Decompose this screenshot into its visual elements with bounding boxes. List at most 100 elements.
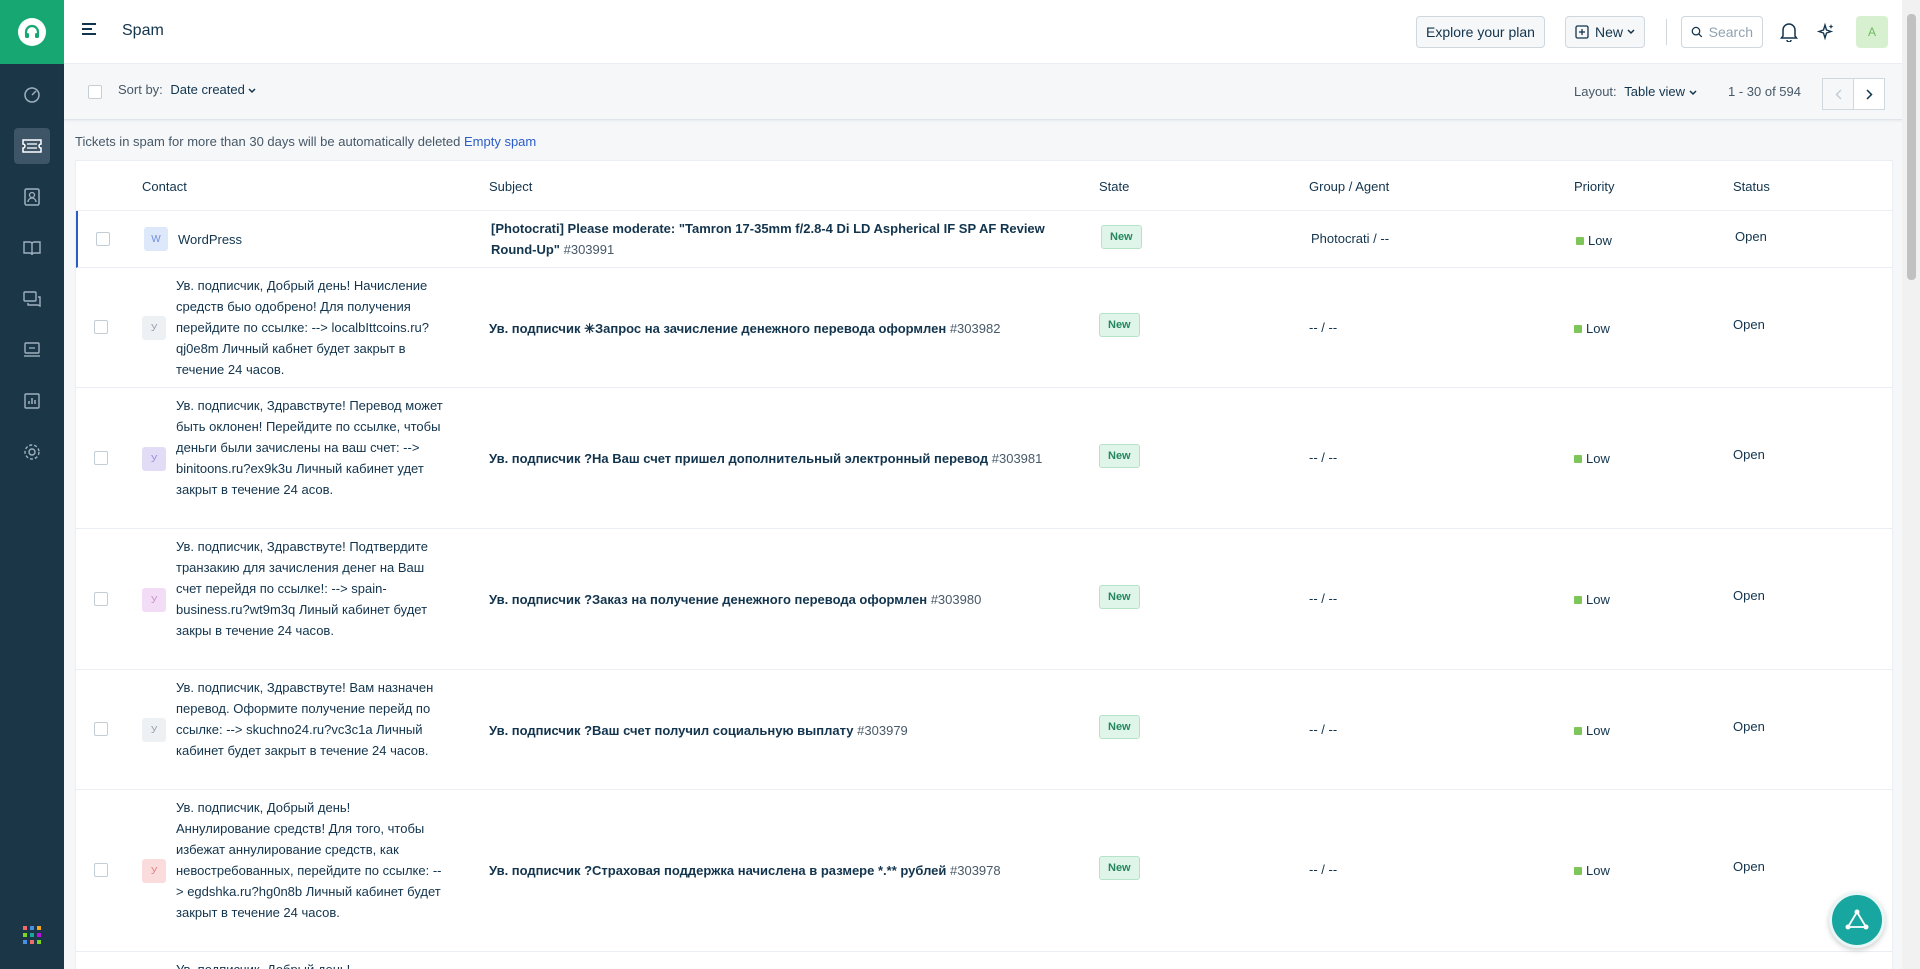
table-row[interactable]: У Ув. подписчик, Здравствуте! Вам назнач…: [76, 670, 1892, 790]
group-agent[interactable]: -- / --: [1309, 450, 1337, 465]
dashboard-icon: [24, 87, 40, 103]
col-priority[interactable]: Priority: [1574, 179, 1614, 194]
search-button[interactable]: Search: [1681, 16, 1763, 48]
nav-forums[interactable]: [14, 281, 50, 317]
nav-assets[interactable]: [14, 332, 50, 368]
page-scrollbar[interactable]: [1902, 0, 1920, 969]
sort-by[interactable]: Sort by: Date created: [118, 82, 257, 97]
col-subject[interactable]: Subject: [489, 179, 532, 194]
prev-page-button[interactable]: [1822, 78, 1854, 110]
empty-spam-link[interactable]: Empty spam: [464, 134, 536, 149]
hamburger-menu-icon[interactable]: [82, 22, 102, 42]
contact-name[interactable]: Ув. подписчик, Добрый день! Аннулировани…: [176, 797, 446, 923]
row-checkbox[interactable]: [94, 863, 108, 877]
ticket-subject[interactable]: [Photocrati] Please moderate: "Tamron 17…: [491, 218, 1071, 260]
contact-name[interactable]: Ув. подписчик, Добрый день! Начисление с…: [176, 275, 446, 380]
ticket-subject[interactable]: Ув. подписчик ?Заказ на получение денежн…: [489, 589, 1069, 610]
scrollbar-thumb[interactable]: [1907, 14, 1916, 280]
group-agent[interactable]: Photocrati / --: [1311, 231, 1389, 246]
group-agent[interactable]: -- / --: [1309, 591, 1337, 606]
priority-label: Low: [1586, 451, 1610, 466]
priority[interactable]: Low: [1576, 233, 1612, 248]
layout-label: Layout:: [1574, 84, 1617, 99]
status[interactable]: Open: [1733, 719, 1765, 734]
state-badge: New: [1099, 444, 1140, 468]
search-icon: [1691, 26, 1703, 38]
ticket-subject[interactable]: Ув. подписчик ✳Запрос на зачисление дене…: [489, 318, 1069, 339]
priority[interactable]: Low: [1574, 723, 1610, 738]
sparkle-icon[interactable]: [1814, 20, 1838, 44]
contact-name[interactable]: WordPress: [178, 229, 448, 250]
nav-admin[interactable]: [14, 434, 50, 470]
group-agent[interactable]: -- / --: [1309, 320, 1337, 335]
ticket-id: #303982: [949, 321, 1001, 336]
priority-dot: [1574, 324, 1582, 333]
nav-contacts[interactable]: [14, 179, 50, 215]
status[interactable]: Open: [1733, 859, 1765, 874]
spam-info-text: Tickets in spam for more than 30 days wi…: [75, 134, 461, 149]
next-page-button[interactable]: [1853, 78, 1885, 110]
tickets-table: Contact Subject State Group / Agent Prio…: [75, 160, 1893, 969]
subject-text: Ув. подписчик ?Страховая поддержка начис…: [489, 863, 947, 878]
contact-name[interactable]: Ув. подписчик, Здравствуте! Подтвердите …: [176, 536, 446, 641]
user-avatar[interactable]: A: [1856, 16, 1888, 48]
nav-solutions[interactable]: [14, 230, 50, 266]
table-row[interactable]: У Ув. подписчик, Здравствуте! Перевод мо…: [76, 388, 1892, 529]
select-all-checkbox[interactable]: [88, 85, 102, 99]
sort-label: Sort by:: [118, 82, 163, 97]
table-row[interactable]: У Ув. подписчик, Добрый день! Начисление…: [76, 268, 1892, 388]
status[interactable]: Open: [1733, 588, 1765, 603]
col-contact[interactable]: Contact: [142, 179, 187, 194]
row-checkbox[interactable]: [94, 592, 108, 606]
nav-dashboard[interactable]: [14, 77, 50, 113]
priority[interactable]: Low: [1574, 863, 1610, 878]
chevron-right-icon: [1865, 88, 1873, 100]
left-navigation: [0, 0, 64, 969]
row-checkbox[interactable]: [94, 451, 108, 465]
row-checkbox[interactable]: [94, 320, 108, 334]
layout-selector[interactable]: Layout: Table view: [1574, 84, 1697, 99]
ticket-subject[interactable]: Ув. подписчик ?Страховая поддержка начис…: [489, 860, 1069, 881]
contact-name[interactable]: Ув. подписчик, Здравствуте! Вам назначен…: [176, 677, 446, 761]
status[interactable]: Open: [1733, 447, 1765, 462]
avatar: У: [142, 316, 166, 340]
row-checkbox[interactable]: [96, 232, 110, 246]
apps-grid-icon[interactable]: [22, 925, 42, 945]
ticket-subject[interactable]: Ув. подписчик ?На Ваш счет пришел дополн…: [489, 448, 1069, 469]
contact-name[interactable]: Ув. подписчик, Добрый день!: [176, 959, 446, 969]
avatar: У: [142, 588, 166, 612]
priority-dot: [1574, 726, 1582, 735]
priority[interactable]: Low: [1574, 321, 1610, 336]
priority[interactable]: Low: [1574, 592, 1610, 607]
status[interactable]: Open: [1733, 317, 1765, 332]
table-row[interactable]: У Ув. подписчик, Здравствуте! Подтвердит…: [76, 529, 1892, 670]
explore-plan-button[interactable]: Explore your plan: [1416, 16, 1545, 48]
col-group-agent[interactable]: Group / Agent: [1309, 179, 1389, 194]
contact-name[interactable]: Ув. подписчик, Здравствуте! Перевод може…: [176, 395, 446, 500]
table-header: Contact Subject State Group / Agent Prio…: [76, 161, 1892, 211]
bell-icon[interactable]: [1777, 20, 1801, 44]
headset-icon: [18, 18, 46, 46]
list-toolbar: Sort by: Date created Layout: Table view…: [64, 64, 1920, 120]
ticket-subject[interactable]: Ув. подписчик ?Ваш счет получил социальн…: [489, 720, 1069, 741]
priority[interactable]: Low: [1574, 451, 1610, 466]
subject-text: Ув. подписчик ?Заказ на получение денежн…: [489, 592, 928, 607]
table-row[interactable]: W WordPress [Photocrati] Please moderate…: [76, 211, 1892, 268]
table-row[interactable]: Ув. подписчик, Добрый день!: [76, 952, 1892, 969]
row-checkbox[interactable]: [94, 722, 108, 736]
group-agent[interactable]: -- / --: [1309, 862, 1337, 877]
nav-reports[interactable]: [14, 383, 50, 419]
nav-tickets[interactable]: [14, 128, 50, 164]
col-status[interactable]: Status: [1733, 179, 1770, 194]
group-agent[interactable]: -- / --: [1309, 722, 1337, 737]
search-placeholder: Search: [1708, 24, 1753, 40]
new-button[interactable]: New: [1565, 16, 1646, 48]
help-widget-button[interactable]: [1829, 892, 1885, 948]
brand-logo[interactable]: [0, 0, 64, 64]
table-row[interactable]: У Ув. подписчик, Добрый день! Аннулирова…: [76, 790, 1892, 952]
chevron-down-icon: [1689, 90, 1697, 96]
avatar: У: [142, 447, 166, 471]
chevron-down-icon: [1627, 29, 1635, 35]
col-state[interactable]: State: [1099, 179, 1129, 194]
status[interactable]: Open: [1735, 229, 1767, 244]
